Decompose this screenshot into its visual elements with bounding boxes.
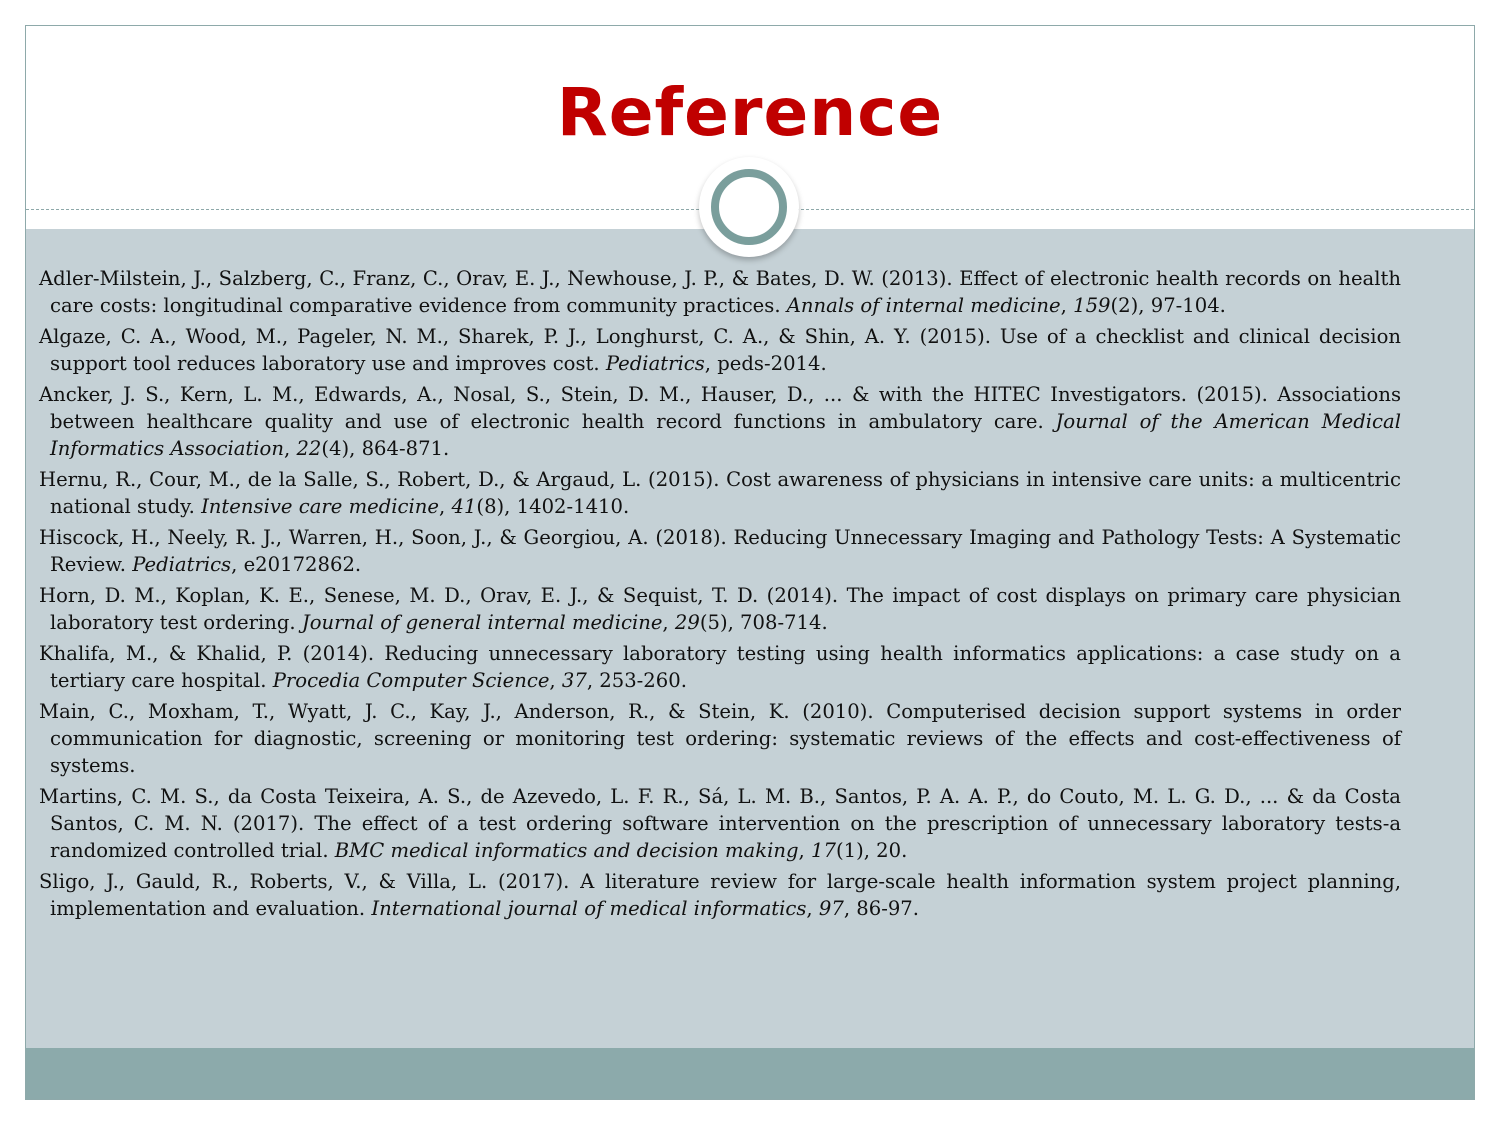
reference-item: Algaze, C. A., Wood, M., Pageler, N. M.,… — [39, 323, 1401, 377]
reference-source: International journal of medical informa… — [371, 897, 807, 920]
reference-source: 159 — [1073, 294, 1111, 317]
footer-bar — [26, 1048, 1474, 1099]
reference-text: , — [806, 897, 819, 920]
reference-text: (5), 708-714. — [699, 611, 828, 634]
slide-title: Reference — [556, 74, 944, 151]
reference-source: 22 — [296, 437, 322, 460]
reference-source: Procedia Computer Science — [272, 669, 550, 692]
reference-list: Adler-Milstein, J., Salzberg, C., Franz,… — [39, 265, 1401, 926]
reference-text: , 253-260. — [586, 669, 687, 692]
ring-icon — [711, 169, 787, 245]
reference-text: Khalifa, M., & Khalid, P. (2014). Reduci… — [39, 642, 1401, 692]
reference-item: Sligo, J., Gauld, R., Roberts, V., & Vil… — [39, 868, 1401, 922]
reference-source: Pediatrics — [605, 352, 705, 375]
reference-item: Martins, C. M. S., da Costa Teixeira, A.… — [39, 783, 1401, 864]
reference-text: , — [1060, 294, 1074, 317]
reference-text: (4), 864-871. — [321, 437, 450, 460]
reference-item: Ancker, J. S., Kern, L. M., Edwards, A.,… — [39, 381, 1401, 462]
reference-item: Adler-Milstein, J., Salzberg, C., Franz,… — [39, 265, 1401, 319]
reference-text: , e20172862. — [231, 553, 362, 576]
circle-ornament — [699, 157, 799, 257]
reference-text: , peds-2014. — [704, 352, 827, 375]
reference-text: , — [662, 611, 675, 634]
reference-source: Annals of internal medicine — [786, 294, 1061, 317]
reference-source: 97 — [818, 897, 844, 920]
reference-text: , 86-97. — [843, 897, 919, 920]
reference-text: , — [798, 839, 812, 862]
reference-text: , — [439, 495, 452, 518]
reference-item: Hernu, R., Cour, M., de la Salle, S., Ro… — [39, 466, 1401, 520]
reference-source: 41 — [451, 495, 477, 518]
reference-item: Horn, D. M., Koplan, K. E., Senese, M. D… — [39, 582, 1401, 636]
reference-text: , — [549, 669, 562, 692]
reference-source: Intensive care medicine — [201, 495, 440, 518]
reference-text: , — [283, 437, 297, 460]
reference-source: 17 — [811, 839, 836, 862]
reference-item: Hiscock, H., Neely, R. J., Warren, H., S… — [39, 524, 1401, 578]
reference-item: Main, C., Moxham, T., Wyatt, J. C., Kay,… — [39, 698, 1401, 779]
reference-source: Pediatrics — [132, 553, 232, 576]
reference-item: Khalifa, M., & Khalid, P. (2014). Reduci… — [39, 640, 1401, 694]
reference-source: Journal of general internal medicine — [301, 611, 663, 634]
reference-text: Main, C., Moxham, T., Wyatt, J. C., Kay,… — [39, 700, 1401, 777]
reference-source: 37 — [561, 669, 587, 692]
reference-source: 29 — [674, 611, 700, 634]
reference-text: (2), 97-104. — [1110, 294, 1226, 317]
reference-source: BMC medical informatics and decision mak… — [334, 839, 799, 862]
reference-text: (1), 20. — [835, 839, 908, 862]
reference-text: (8), 1402-1410. — [476, 495, 630, 518]
